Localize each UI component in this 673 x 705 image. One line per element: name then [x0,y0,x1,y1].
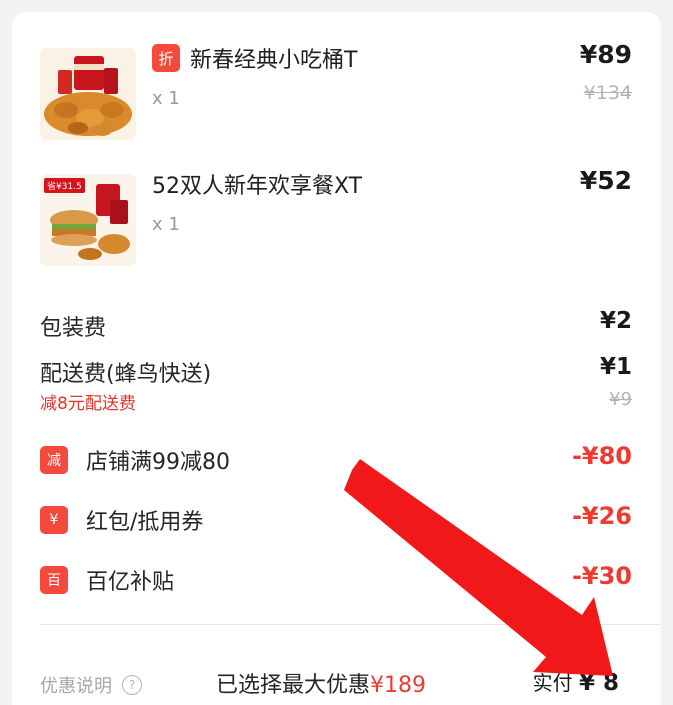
packaging-fee-value: ¥2 [599,308,632,334]
discount-label: 百亿补贴 [86,570,175,595]
item-price: ¥52 [579,166,632,195]
discount-label: 店铺满99减80 [86,450,230,475]
discount-tag: 折 [152,44,180,72]
discount-label: 红包/抵用券 [86,510,204,535]
delivery-fee-label: 配送费(蜂鸟快送) [40,362,212,387]
delivery-fee-value: ¥1 [599,354,632,380]
amount-paid: 实付 ¥ 8 [533,667,619,696]
item-title: 52双人新年欢享餐XT [152,168,362,200]
item-original-price: ¥134 [583,82,632,104]
item-price: ¥89 [579,40,632,69]
order-summary-card: 折 新春经典小吃桶T x 1 ¥89 ¥134 省¥31.5 52双人新年欢享餐… [12,12,661,705]
delivery-original-fee: ¥9 [609,389,632,410]
discount-info-label: 优惠说明 [40,676,112,697]
order-item[interactable]: 折 新春经典小吃桶T x 1 ¥89 ¥134 [12,40,661,150]
max-discount-summary: 已选择最大优惠¥189 [216,667,426,699]
max-discount-amount: ¥189 [370,673,427,698]
savings-badge: 省¥31.5 [44,178,85,193]
discount-value: -¥26 [571,502,632,530]
item-quantity: x 1 [152,88,180,109]
reduction-icon: 减 [40,446,68,474]
discount-info-link[interactable]: 优惠说明 ? [40,672,142,698]
discount-value: -¥80 [571,442,632,470]
discount-value: -¥30 [571,562,632,590]
combo-meal-image: 省¥31.5 [40,174,136,266]
item-name: 52双人新年欢享餐XT [152,174,363,199]
item-quantity: x 1 [152,214,180,235]
discount-row-coupon[interactable]: ¥ 红包/抵用券 -¥26 [12,502,661,538]
item-name: 新春经典小吃桶T [190,48,358,73]
discount-row-subsidy[interactable]: 百 百亿补贴 -¥30 [12,562,661,598]
coupon-icon: ¥ [40,506,68,534]
subsidy-icon: 百 [40,566,68,594]
amount-paid-label: 实付 [532,671,573,695]
amount-paid-value: ¥ 8 [578,670,619,696]
discount-row-store[interactable]: 减 店铺满99减80 -¥80 [12,442,661,478]
item-title: 折 新春经典小吃桶T [152,42,357,74]
delivery-discount-text: 减8元配送费 [40,394,136,414]
packaging-fee-label: 包装费 [40,316,107,341]
max-discount-prefix: 已选择最大优惠 [216,673,371,698]
snack-bucket-image [40,48,136,140]
question-icon[interactable]: ? [122,675,142,695]
divider [40,624,661,625]
order-item[interactable]: 省¥31.5 52双人新年欢享餐XT x 1 ¥52 [12,166,661,276]
